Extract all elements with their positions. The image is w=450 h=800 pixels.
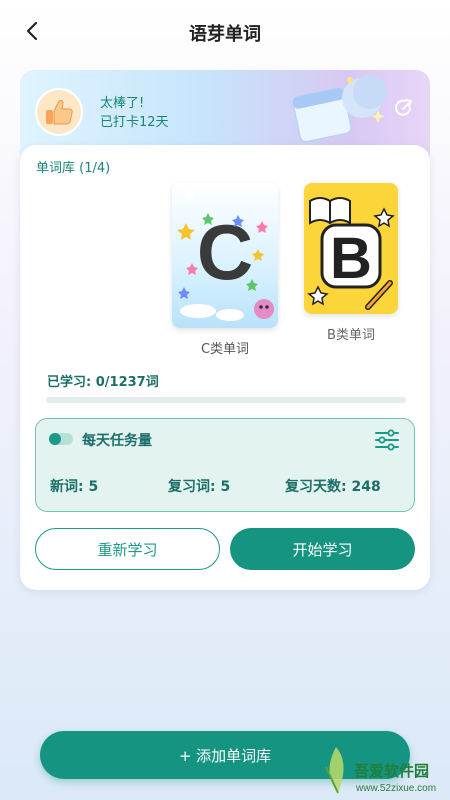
letter-c-cover-illustration: C	[177, 191, 274, 321]
start-learning-button[interactable]: 开始学习	[230, 528, 415, 570]
restart-learning-button[interactable]: 重新学习	[35, 528, 220, 570]
avatar	[35, 88, 83, 136]
watermark-url: www.52zixue.com	[356, 783, 437, 794]
library-count-label: 单词库 (1/4)	[36, 161, 111, 176]
cover-letter: B	[330, 226, 372, 291]
watermark-title: 吾爱软件园	[354, 762, 430, 780]
sliders-icon	[375, 429, 399, 451]
calendar-moon-illustration	[292, 75, 387, 143]
page-title: 语芽单词	[189, 24, 261, 45]
book-card-c[interactable]: C	[172, 183, 278, 328]
book-b-label: B类单词	[327, 328, 375, 343]
learning-progress-bar	[46, 397, 406, 403]
nav-bar: 语芽单词	[0, 0, 450, 62]
review-words-stat: 复习词: 5	[168, 479, 231, 495]
review-days-stat: 复习天数: 248	[285, 479, 381, 495]
watermark: 吾爱软件园 www.52zixue.com	[316, 741, 450, 800]
daily-task-panel: 每天任务量 新词: 5 复习词: 5 复习天数: 248	[35, 418, 415, 512]
book-c-label: C类单词	[200, 342, 250, 357]
watermark-logo-icon	[325, 747, 344, 794]
share-icon	[395, 99, 412, 116]
share-button[interactable]	[392, 96, 416, 120]
study-card: 单词库 (1/4) C C类单词 B B类单词 已学习: 0/1237词 每天任…	[20, 145, 430, 590]
toggle-icon	[49, 433, 73, 445]
checkin-days-text: 已打卡12天	[100, 115, 169, 130]
letter-b-cover-illustration: B	[307, 197, 395, 310]
learned-count-text: 已学习: 0/1237词	[47, 375, 159, 390]
task-settings-button[interactable]	[374, 429, 400, 451]
task-title: 每天任务量	[82, 433, 152, 449]
new-words-stat: 新词: 5	[50, 479, 99, 495]
thumbs-up-icon	[46, 99, 73, 125]
book-card-b[interactable]: B	[304, 183, 398, 314]
praise-text: 太棒了!	[100, 96, 145, 111]
